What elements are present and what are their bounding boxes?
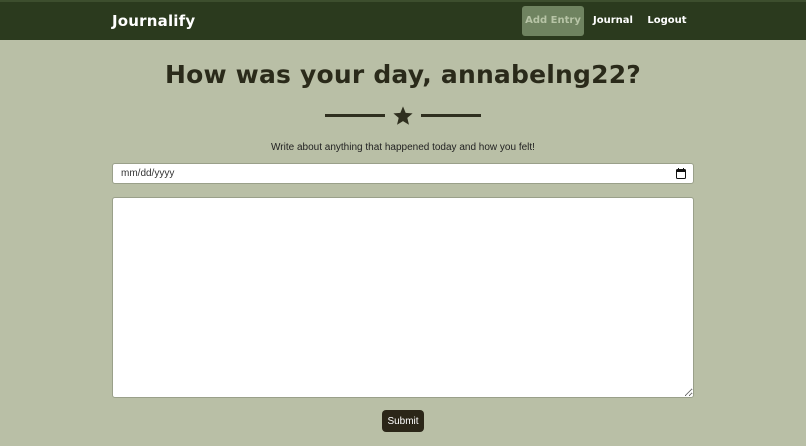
star-icon — [393, 106, 413, 125]
divider-line-left — [325, 114, 385, 117]
page-title: How was your day, annabelng22? — [164, 60, 642, 89]
divider-line-right — [421, 114, 481, 117]
nav-logout[interactable]: Logout — [646, 6, 688, 36]
entry-textarea[interactable] — [112, 197, 694, 398]
navbar: Journalify Add Entry Journal Logout — [0, 0, 806, 40]
nav-journal[interactable]: Journal — [590, 6, 636, 36]
subtitle: Write about anything that happened today… — [271, 142, 535, 153]
calendar-icon[interactable] — [676, 168, 686, 179]
date-input[interactable]: mm/dd/yyyy — [112, 163, 694, 184]
brand-logo[interactable]: Journalify — [112, 12, 195, 30]
date-placeholder: mm/dd/yyyy — [121, 168, 175, 179]
nav-add-entry[interactable]: Add Entry — [522, 6, 584, 36]
submit-button[interactable]: Submit — [382, 410, 424, 432]
